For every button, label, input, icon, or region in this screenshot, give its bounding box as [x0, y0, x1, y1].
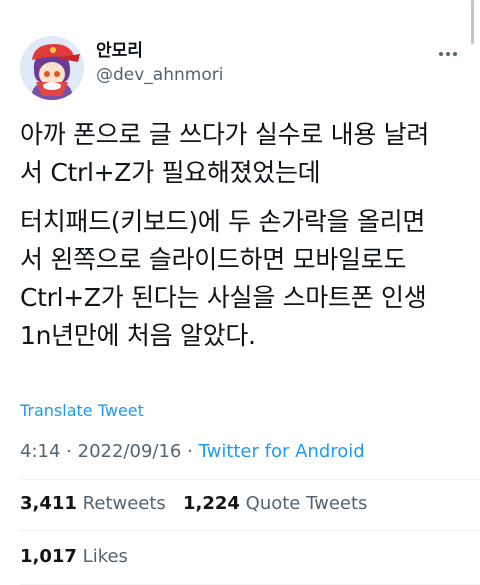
retweets-label: Retweets: [82, 493, 166, 514]
likes-label: Likes: [82, 546, 128, 567]
retweets-link[interactable]: 3,411 Retweets: [20, 493, 166, 514]
likes-count: 1,017: [20, 546, 77, 567]
translate-tweet-link[interactable]: Translate Tweet: [20, 401, 144, 421]
avatar-illustration: [20, 36, 84, 100]
tweet-paragraph: 터치패드(키보드)에 두 손가락을 올리면 서 왼쪽으로 슬라이드하면 모바일로…: [20, 207, 427, 350]
more-dots-icon[interactable]: [436, 44, 460, 64]
avatar[interactable]: [20, 36, 84, 100]
tweet-header: 안모리 @dev_ahnmori: [20, 36, 460, 100]
tweet-time: 4:14: [20, 441, 61, 462]
tweet-text: 아까 폰으로 글 쓰다가 실수로 내용 날려 서 Ctrl+Z가 필요해졌었는데…: [20, 116, 470, 355]
tweet-paragraph: 아까 폰으로 글 쓰다가 실수로 내용 날려 서 Ctrl+Z가 필요해졌었는데: [20, 120, 430, 187]
retweet-stats: 3,411 Retweets 1,224 Quote Tweets: [20, 492, 367, 516]
tweet-source-link[interactable]: Twitter for Android: [199, 441, 365, 462]
tweet-meta: 4:14 · 2022/09/16 · Twitter for Android: [20, 440, 365, 464]
divider: [20, 530, 480, 531]
display-name[interactable]: 안모리: [96, 40, 223, 62]
scrollbar[interactable]: [471, 0, 474, 44]
user-handle[interactable]: @dev_ahnmori: [96, 64, 223, 86]
quote-tweets-count: 1,224: [182, 493, 240, 514]
quote-tweets-link[interactable]: 1,224 Quote Tweets: [183, 493, 367, 514]
retweets-count: 3,411: [20, 493, 77, 514]
tweet-date: 2022/09/16: [77, 441, 182, 462]
quote-tweets-label: Quote Tweets: [245, 493, 368, 514]
likes-link[interactable]: 1,017 Likes: [20, 546, 128, 567]
likes-stats: 1,017 Likes: [20, 545, 128, 569]
separator: ·: [66, 441, 72, 462]
divider: [20, 479, 480, 480]
separator: ·: [187, 441, 193, 462]
